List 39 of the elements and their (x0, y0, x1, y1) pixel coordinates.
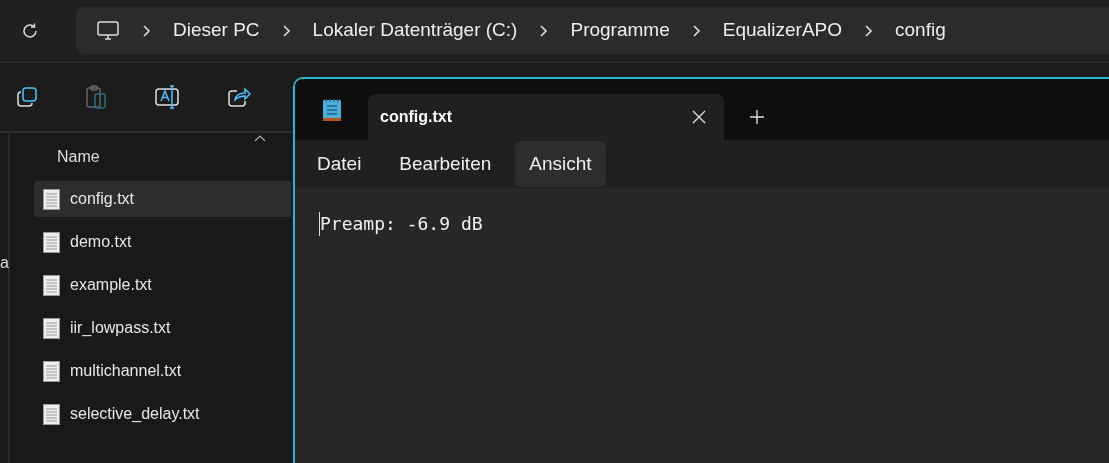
chevron-icon[interactable] (864, 23, 874, 38)
paste-icon[interactable] (85, 85, 107, 109)
menu-item[interactable]: Datei (303, 141, 376, 187)
text-file-icon (43, 274, 60, 296)
text-file-icon (43, 360, 60, 382)
breadcrumb-item[interactable]: Dieser PC (173, 16, 260, 45)
breadcrumb-item[interactable]: Programme (570, 16, 670, 45)
file-row[interactable]: config.txt (34, 181, 291, 217)
file-row[interactable]: example.txt (34, 267, 291, 303)
share-icon[interactable] (227, 86, 251, 108)
chevron-icon[interactable] (281, 23, 291, 38)
close-icon[interactable] (692, 110, 706, 124)
menu-item[interactable]: Bearbeiten (385, 141, 506, 187)
text-file-icon (43, 188, 60, 210)
nav-item-text: a (0, 253, 9, 273)
breadcrumb-item[interactable]: config (895, 16, 946, 45)
address-bar[interactable]: Dieser PC Lokaler Datenträger (C:) Programme EqualizerAPO config (76, 7, 1109, 54)
editor-text[interactable]: Preamp: -6.9 dB (319, 212, 483, 236)
breadcrumb-item[interactable]: EqualizerAPO (722, 16, 843, 45)
computer-icon (96, 19, 120, 42)
chevron-icon[interactable] (691, 23, 701, 38)
file-row[interactable]: iir_lowpass.txt (34, 310, 291, 346)
text-file-icon (43, 231, 60, 253)
sort-caret-icon (254, 135, 266, 142)
file-row[interactable]: selective_delay.txt (34, 396, 291, 432)
text-file-icon (43, 403, 60, 425)
text-file-icon (43, 317, 60, 339)
file-row[interactable]: demo.txt (34, 224, 291, 260)
copy-icon[interactable] (16, 86, 38, 108)
notepad-icon (321, 97, 342, 122)
chevron-icon[interactable] (539, 23, 549, 38)
breadcrumb-item[interactable]: Lokaler Datenträger (C:) (312, 16, 518, 45)
document-tab[interactable]: config.txt (368, 94, 724, 140)
column-header[interactable]: Name (57, 145, 100, 169)
rename-icon[interactable] (154, 85, 180, 109)
new-tab-icon[interactable] (750, 110, 764, 124)
file-row[interactable]: multichannel.txt (34, 353, 291, 389)
menu-item[interactable]: Ansicht (515, 141, 606, 187)
chevron-icon[interactable] (142, 23, 151, 38)
